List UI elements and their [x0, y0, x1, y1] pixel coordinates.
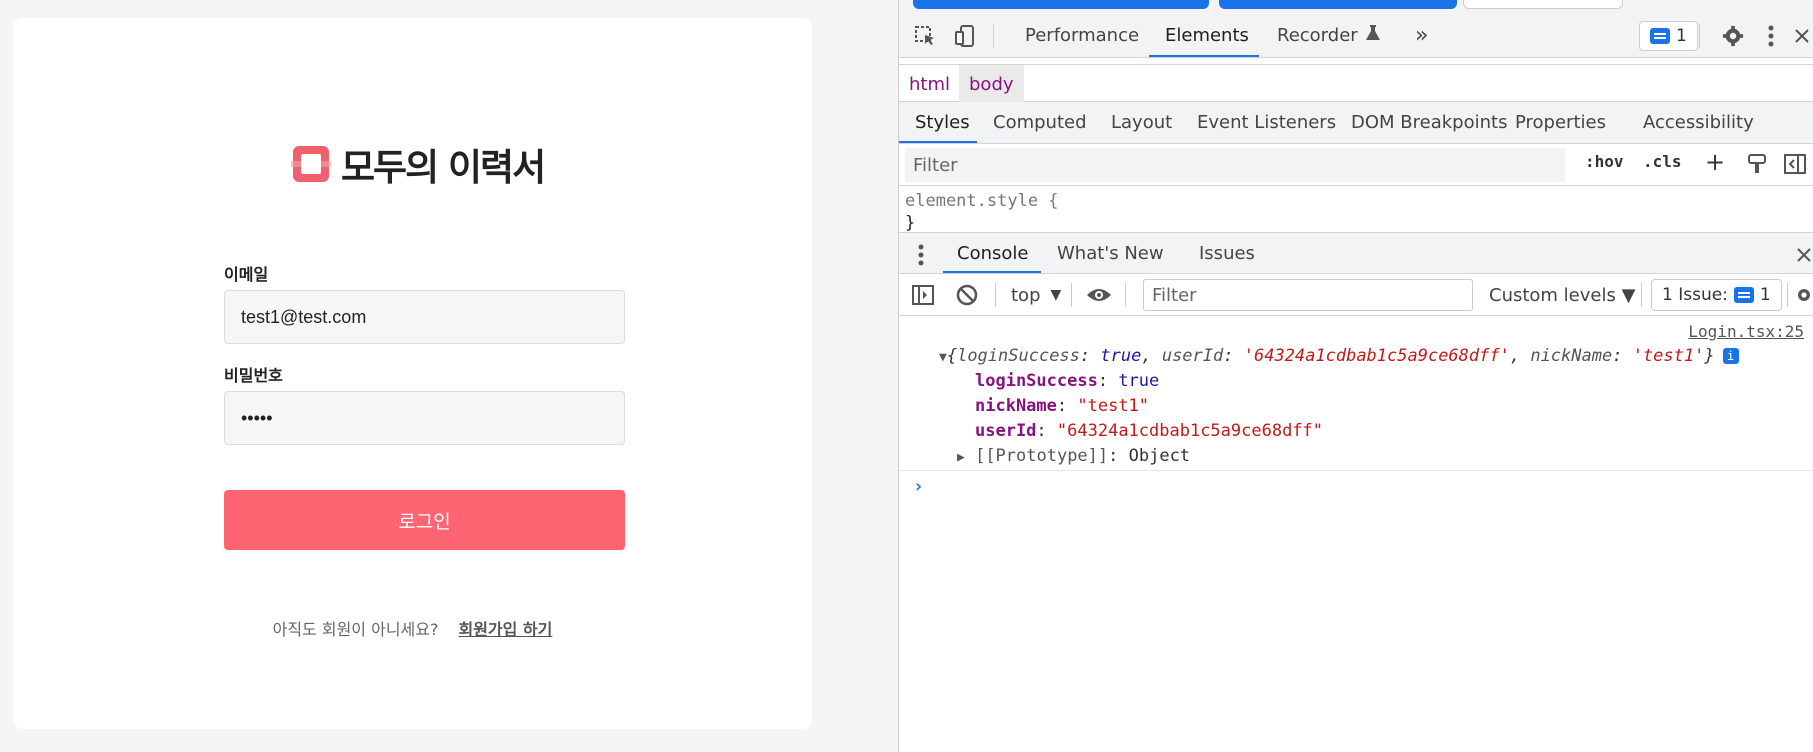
- element-style-open: element.style {: [905, 191, 1059, 211]
- tab-recorder[interactable]: Recorder: [1277, 14, 1380, 57]
- styles-pane: element.style { }: [899, 186, 1813, 232]
- issue-summary-count: 1: [1759, 285, 1771, 305]
- expand-triangle-icon[interactable]: ▼: [939, 350, 947, 365]
- console-separator: [899, 470, 1813, 471]
- element-style-close: }: [905, 213, 916, 232]
- new-style-rule-icon[interactable]: +: [1705, 148, 1725, 176]
- context-selector[interactable]: top ▼: [1011, 274, 1061, 316]
- issue-summary-label: 1 Issue:: [1662, 285, 1728, 305]
- log-source-link[interactable]: Login.tsx:25: [1688, 322, 1804, 341]
- email-field[interactable]: test1@test.com: [224, 290, 625, 344]
- console-separator-1: [995, 283, 996, 307]
- drawer-menu-icon[interactable]: [907, 241, 935, 269]
- issues-count: 1: [1676, 26, 1687, 46]
- console-separator-2: [1071, 283, 1072, 307]
- devtools-main-toolbar: Performance Elements Recorder » 1: [899, 14, 1813, 58]
- toolbar-separator: [993, 24, 994, 48]
- log-prop-row: nickName: "test1": [975, 396, 1150, 416]
- logo-mark-icon: [291, 146, 331, 182]
- toggle-sidebar-icon[interactable]: [1781, 150, 1809, 178]
- tab-styles[interactable]: Styles: [915, 102, 970, 143]
- log-prop-row: userId: "64324a1cdbab1c5a9ce68dff": [975, 421, 1324, 441]
- log-levels-dropdown[interactable]: Custom levels ▼: [1489, 274, 1635, 316]
- tab-elements[interactable]: Elements: [1165, 14, 1249, 57]
- strip-button-3[interactable]: [1463, 0, 1623, 9]
- tab-event-listeners[interactable]: Event Listeners: [1197, 102, 1336, 143]
- issues-counter[interactable]: 1: [1639, 21, 1698, 51]
- console-sidebar-icon[interactable]: [909, 281, 937, 309]
- log-prototype-row[interactable]: ▶ [[Prototype]]: Object: [957, 444, 1190, 470]
- console-output: Login.tsx:25 ▼{loginSuccess: true, userI…: [899, 316, 1813, 752]
- tab-recorder-label: Recorder: [1277, 25, 1358, 46]
- breadcrumb-body[interactable]: body: [959, 65, 1024, 103]
- console-separator-3: [1125, 283, 1126, 307]
- inspect-element-icon[interactable]: [911, 22, 939, 50]
- dom-breadcrumb: html body: [899, 64, 1813, 103]
- tab-console[interactable]: Console: [957, 233, 1028, 273]
- console-separator-5: [1787, 283, 1788, 307]
- tab-dom-breakpoints[interactable]: DOM Breakpoints: [1351, 102, 1507, 143]
- flask-icon: [1365, 25, 1380, 46]
- chevron-down-icon: ▼: [1050, 287, 1062, 303]
- password-field[interactable]: •••••: [224, 391, 625, 445]
- gear-icon[interactable]: [1719, 22, 1747, 50]
- email-label: 이메일: [224, 265, 269, 284]
- tab-properties[interactable]: Properties: [1515, 102, 1606, 143]
- active-tab-indicator: [1149, 55, 1259, 57]
- tab-issues[interactable]: Issues: [1199, 233, 1255, 273]
- close-devtools-icon[interactable]: [1792, 22, 1812, 50]
- console-prompt-icon[interactable]: ›: [913, 476, 924, 497]
- issue-flag-icon: [1650, 28, 1670, 44]
- live-expression-eye-icon[interactable]: [1085, 281, 1113, 309]
- log-object-summary[interactable]: ▼{loginSuccess: true, userId: '64324a1cd…: [939, 344, 1739, 370]
- styles-active-indicator: [899, 141, 977, 143]
- tab-whats-new[interactable]: What's New: [1057, 233, 1164, 273]
- info-icon[interactable]: i: [1722, 348, 1739, 364]
- styles-subtabs: Styles Computed Layout Event Listeners D…: [899, 102, 1813, 144]
- logo: 모두의 이력서: [291, 138, 546, 190]
- paint-brush-icon[interactable]: [1743, 150, 1771, 178]
- hover-state-toggle[interactable]: :hov: [1585, 152, 1624, 171]
- log-prop-row: loginSuccess: true: [975, 371, 1160, 391]
- kebab-menu-icon[interactable]: [1757, 22, 1785, 50]
- login-card: 모두의 이력서 이메일 test1@test.com 비밀번호 ••••• 로그…: [13, 18, 812, 729]
- context-value: top: [1011, 284, 1041, 306]
- breadcrumb-html[interactable]: html: [899, 65, 960, 103]
- strip-button-1[interactable]: [913, 0, 1209, 9]
- app-page: 모두의 이력서 이메일 test1@test.com 비밀번호 ••••• 로그…: [0, 0, 898, 752]
- issue-summary-flag-icon: [1733, 287, 1754, 303]
- drawer-tabs: Console What's New Issues: [899, 232, 1813, 274]
- devtools-panel: Performance Elements Recorder » 1 html b…: [898, 0, 1813, 752]
- toolbar-separator-2: [1699, 24, 1700, 48]
- close-drawer-icon[interactable]: [1794, 241, 1813, 269]
- password-label: 비밀번호: [224, 366, 283, 385]
- logo-text: 모두의 이력서: [341, 146, 546, 189]
- styles-filter-input[interactable]: Filter: [905, 148, 1565, 182]
- clear-console-icon[interactable]: [953, 281, 981, 309]
- login-button[interactable]: 로그인: [224, 490, 625, 550]
- class-toggle[interactable]: .cls: [1643, 152, 1682, 171]
- console-active-indicator: [943, 271, 1041, 273]
- tab-performance[interactable]: Performance: [1025, 14, 1139, 57]
- signup-row: 아직도 회원이 아니세요? 회원가입 하기: [13, 616, 812, 640]
- more-tabs-icon[interactable]: »: [1415, 14, 1428, 57]
- styles-filter-row: Filter :hov .cls +: [899, 144, 1813, 186]
- signup-question: 아직도 회원이 아니세요?: [272, 620, 439, 639]
- console-toolbar: top ▼ Filter Custom levels ▼ 1 Issue: 1: [899, 274, 1813, 316]
- console-separator-4: [1641, 283, 1642, 307]
- tab-computed[interactable]: Computed: [993, 102, 1087, 143]
- console-filter-input[interactable]: Filter: [1143, 279, 1473, 311]
- tab-layout[interactable]: Layout: [1111, 102, 1172, 143]
- console-issues-button[interactable]: 1 Issue: 1: [1651, 279, 1782, 311]
- device-toolbar-icon[interactable]: [951, 22, 979, 50]
- strip-button-2[interactable]: [1219, 0, 1457, 9]
- browser-top-strip: [899, 0, 1813, 14]
- console-settings-gear-icon[interactable]: [1795, 281, 1813, 309]
- tab-accessibility[interactable]: Accessibility: [1643, 102, 1754, 143]
- expand-right-triangle-icon[interactable]: ▶: [957, 450, 965, 465]
- signup-link[interactable]: 회원가입 하기: [458, 616, 552, 640]
